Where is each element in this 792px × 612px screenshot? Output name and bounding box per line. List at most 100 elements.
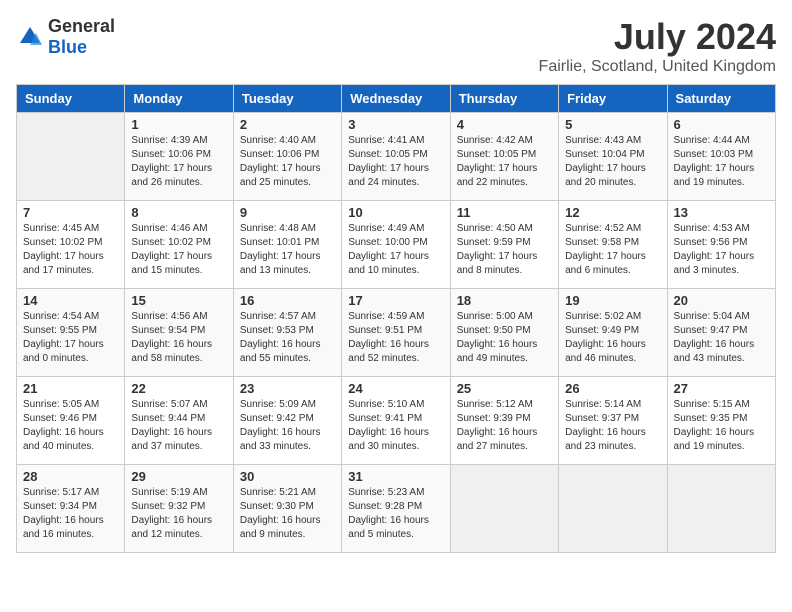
day-info: Sunrise: 4:59 AMSunset: 9:51 PMDaylight:… bbox=[348, 310, 443, 366]
day-info: Sunrise: 5:07 AMSunset: 9:44 PMDaylight:… bbox=[131, 398, 226, 454]
header-sunday: Sunday bbox=[17, 85, 125, 113]
day-number: 3 bbox=[348, 117, 443, 132]
day-info: Sunrise: 5:21 AMSunset: 9:30 PMDaylight:… bbox=[240, 486, 335, 542]
day-info: Sunrise: 5:05 AMSunset: 9:46 PMDaylight:… bbox=[23, 398, 118, 454]
location-title: Fairlie, Scotland, United Kingdom bbox=[539, 58, 776, 76]
day-info: Sunrise: 4:44 AMSunset: 10:03 PMDaylight… bbox=[674, 134, 769, 190]
calendar-week-row: 7 Sunrise: 4:45 AMSunset: 10:02 PMDayligh… bbox=[17, 201, 776, 289]
day-info: Sunrise: 4:42 AMSunset: 10:05 PMDaylight… bbox=[457, 134, 552, 190]
calendar-cell: 22 Sunrise: 5:07 AMSunset: 9:44 PMDayligh… bbox=[125, 377, 233, 465]
calendar-cell: 23 Sunrise: 5:09 AMSunset: 9:42 PMDayligh… bbox=[233, 377, 341, 465]
calendar-cell: 6 Sunrise: 4:44 AMSunset: 10:03 PMDayligh… bbox=[667, 113, 775, 201]
calendar-cell: 18 Sunrise: 5:00 AMSunset: 9:50 PMDayligh… bbox=[450, 289, 558, 377]
day-info: Sunrise: 4:56 AMSunset: 9:54 PMDaylight:… bbox=[131, 310, 226, 366]
day-number: 18 bbox=[457, 293, 552, 308]
day-info: Sunrise: 4:48 AMSunset: 10:01 PMDaylight… bbox=[240, 222, 335, 278]
day-info: Sunrise: 5:23 AMSunset: 9:28 PMDaylight:… bbox=[348, 486, 443, 542]
day-number: 15 bbox=[131, 293, 226, 308]
calendar-header-row: SundayMondayTuesdayWednesdayThursdayFrid… bbox=[17, 85, 776, 113]
day-info: Sunrise: 4:52 AMSunset: 9:58 PMDaylight:… bbox=[565, 222, 660, 278]
day-number: 29 bbox=[131, 469, 226, 484]
calendar-cell: 29 Sunrise: 5:19 AMSunset: 9:32 PMDayligh… bbox=[125, 465, 233, 553]
day-number: 10 bbox=[348, 205, 443, 220]
calendar-body: 1 Sunrise: 4:39 AMSunset: 10:06 PMDayligh… bbox=[17, 113, 776, 553]
calendar-cell: 14 Sunrise: 4:54 AMSunset: 9:55 PMDayligh… bbox=[17, 289, 125, 377]
calendar-cell: 15 Sunrise: 4:56 AMSunset: 9:54 PMDayligh… bbox=[125, 289, 233, 377]
calendar-cell: 16 Sunrise: 4:57 AMSunset: 9:53 PMDayligh… bbox=[233, 289, 341, 377]
day-info: Sunrise: 5:15 AMSunset: 9:35 PMDaylight:… bbox=[674, 398, 769, 454]
calendar-cell: 9 Sunrise: 4:48 AMSunset: 10:01 PMDayligh… bbox=[233, 201, 341, 289]
day-number: 7 bbox=[23, 205, 118, 220]
day-number: 14 bbox=[23, 293, 118, 308]
calendar-cell: 28Sunrise: 5:17 AMSunset: 9:34 PMDayligh… bbox=[17, 465, 125, 553]
header-monday: Monday bbox=[125, 85, 233, 113]
calendar-cell: 31 Sunrise: 5:23 AMSunset: 9:28 PMDayligh… bbox=[342, 465, 450, 553]
calendar-cell: 3 Sunrise: 4:41 AMSunset: 10:05 PMDayligh… bbox=[342, 113, 450, 201]
day-number: 24 bbox=[348, 381, 443, 396]
day-number: 22 bbox=[131, 381, 226, 396]
calendar-cell: 12 Sunrise: 4:52 AMSunset: 9:58 PMDayligh… bbox=[559, 201, 667, 289]
calendar-week-row: 14 Sunrise: 4:54 AMSunset: 9:55 PMDayligh… bbox=[17, 289, 776, 377]
logo: General Blue bbox=[16, 16, 115, 58]
day-info: Sunrise: 5:12 AMSunset: 9:39 PMDaylight:… bbox=[457, 398, 552, 454]
day-number: 8 bbox=[131, 205, 226, 220]
calendar-cell: 7 Sunrise: 4:45 AMSunset: 10:02 PMDayligh… bbox=[17, 201, 125, 289]
header-friday: Friday bbox=[559, 85, 667, 113]
day-number: 27 bbox=[674, 381, 769, 396]
day-number: 6 bbox=[674, 117, 769, 132]
day-number: 25 bbox=[457, 381, 552, 396]
day-number: 16 bbox=[240, 293, 335, 308]
calendar-cell: 26 Sunrise: 5:14 AMSunset: 9:37 PMDayligh… bbox=[559, 377, 667, 465]
day-number: 13 bbox=[674, 205, 769, 220]
calendar-cell: 19 Sunrise: 5:02 AMSunset: 9:49 PMDayligh… bbox=[559, 289, 667, 377]
calendar-cell: 1 Sunrise: 4:39 AMSunset: 10:06 PMDayligh… bbox=[125, 113, 233, 201]
day-info: Sunrise: 4:39 AMSunset: 10:06 PMDaylight… bbox=[131, 134, 226, 190]
day-info: Sunrise: 4:41 AMSunset: 10:05 PMDaylight… bbox=[348, 134, 443, 190]
logo-blue: Blue bbox=[48, 37, 87, 57]
day-number: 17 bbox=[348, 293, 443, 308]
calendar-week-row: 1 Sunrise: 4:39 AMSunset: 10:06 PMDayligh… bbox=[17, 113, 776, 201]
day-number: 19 bbox=[565, 293, 660, 308]
calendar-cell bbox=[559, 465, 667, 553]
day-number: 9 bbox=[240, 205, 335, 220]
day-number: 5 bbox=[565, 117, 660, 132]
day-number: 12 bbox=[565, 205, 660, 220]
day-info: Sunrise: 4:54 AMSunset: 9:55 PMDaylight:… bbox=[23, 310, 118, 366]
calendar-cell: 4 Sunrise: 4:42 AMSunset: 10:05 PMDayligh… bbox=[450, 113, 558, 201]
calendar-cell bbox=[450, 465, 558, 553]
day-number: 21 bbox=[23, 381, 118, 396]
calendar-cell: 13 Sunrise: 4:53 AMSunset: 9:56 PMDayligh… bbox=[667, 201, 775, 289]
calendar-cell bbox=[667, 465, 775, 553]
day-info: Sunrise: 4:50 AMSunset: 9:59 PMDaylight:… bbox=[457, 222, 552, 278]
header-tuesday: Tuesday bbox=[233, 85, 341, 113]
title-section: July 2024 Fairlie, Scotland, United King… bbox=[539, 16, 776, 76]
day-info: Sunrise: 5:00 AMSunset: 9:50 PMDaylight:… bbox=[457, 310, 552, 366]
calendar-cell: 25 Sunrise: 5:12 AMSunset: 9:39 PMDayligh… bbox=[450, 377, 558, 465]
calendar-cell: 2Sunrise: 4:40 AMSunset: 10:06 PMDayligh… bbox=[233, 113, 341, 201]
day-info: Sunrise: 5:02 AMSunset: 9:49 PMDaylight:… bbox=[565, 310, 660, 366]
calendar-cell: 30Sunrise: 5:21 AMSunset: 9:30 PMDayligh… bbox=[233, 465, 341, 553]
day-info: Sunrise: 5:17 AMSunset: 9:34 PMDaylight:… bbox=[23, 486, 118, 542]
day-info: Sunrise: 5:19 AMSunset: 9:32 PMDaylight:… bbox=[131, 486, 226, 542]
calendar-cell: 21 Sunrise: 5:05 AMSunset: 9:46 PMDayligh… bbox=[17, 377, 125, 465]
calendar-cell: 27 Sunrise: 5:15 AMSunset: 9:35 PMDayligh… bbox=[667, 377, 775, 465]
day-number: 23 bbox=[240, 381, 335, 396]
day-number: 1 bbox=[131, 117, 226, 132]
calendar-week-row: 21 Sunrise: 5:05 AMSunset: 9:46 PMDayligh… bbox=[17, 377, 776, 465]
day-number: 26 bbox=[565, 381, 660, 396]
day-number: 11 bbox=[457, 205, 552, 220]
calendar-cell: 10Sunrise: 4:49 AMSunset: 10:00 PMDaylig… bbox=[342, 201, 450, 289]
day-number: 31 bbox=[348, 469, 443, 484]
day-info: Sunrise: 5:14 AMSunset: 9:37 PMDaylight:… bbox=[565, 398, 660, 454]
day-info: Sunrise: 4:40 AMSunset: 10:06 PMDaylight… bbox=[240, 134, 335, 190]
day-info: Sunrise: 4:45 AMSunset: 10:02 PMDaylight… bbox=[23, 222, 118, 278]
day-info: Sunrise: 5:04 AMSunset: 9:47 PMDaylight:… bbox=[674, 310, 769, 366]
day-info: Sunrise: 5:09 AMSunset: 9:42 PMDaylight:… bbox=[240, 398, 335, 454]
day-number: 20 bbox=[674, 293, 769, 308]
day-info: Sunrise: 4:53 AMSunset: 9:56 PMDaylight:… bbox=[674, 222, 769, 278]
day-number: 4 bbox=[457, 117, 552, 132]
day-info: Sunrise: 4:57 AMSunset: 9:53 PMDaylight:… bbox=[240, 310, 335, 366]
calendar-cell: 8Sunrise: 4:46 AMSunset: 10:02 PMDayligh… bbox=[125, 201, 233, 289]
header-saturday: Saturday bbox=[667, 85, 775, 113]
logo-icon bbox=[16, 23, 44, 51]
